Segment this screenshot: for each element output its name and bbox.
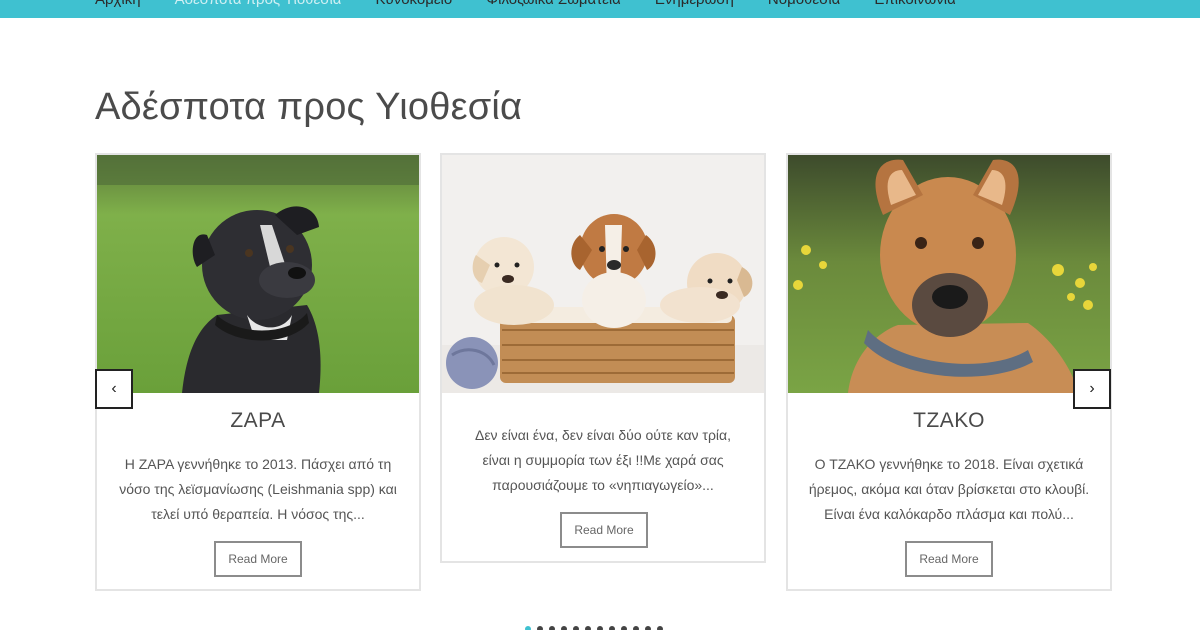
- main-menu: Αρχική Αδέσποτα προς Υιοθεσία Κυνοκομείο…: [95, 0, 990, 8]
- carousel-dot[interactable]: [597, 626, 603, 630]
- puppies-in-basket-photo[interactable]: [442, 155, 764, 393]
- carousel-dot[interactable]: [609, 626, 615, 630]
- carousel-dot[interactable]: [573, 626, 579, 630]
- nav-item-contact[interactable]: Επικοινωνία: [874, 0, 955, 8]
- nav-item-kennel[interactable]: Κυνοκομείο: [375, 0, 452, 8]
- carousel-prev-button[interactable]: ‹: [95, 369, 133, 409]
- read-more-button[interactable]: Read More: [214, 541, 302, 577]
- carousel-dot[interactable]: [585, 626, 591, 630]
- brown-dog-photo[interactable]: [788, 155, 1110, 393]
- carousel-dot[interactable]: [621, 626, 627, 630]
- card-description: Ο ΤΖΑΚΟ γεννήθηκε το 2018. Είναι σχετικά…: [808, 456, 1090, 522]
- carousel-dot[interactable]: [561, 626, 567, 630]
- card-title: ΤΖΑΚΟ: [913, 409, 985, 432]
- nav-item-home[interactable]: Αρχική: [95, 0, 141, 8]
- card-description: Η ΖΑΡΑ γεννήθηκε το 2013. Πάσχει από τη …: [119, 456, 397, 522]
- card-title: ΖΑΡΑ: [230, 409, 286, 432]
- chevron-left-icon: ‹: [111, 380, 117, 397]
- carousel-pagination: [525, 626, 663, 630]
- adoption-card: ΤΖΑΚΟ Ο ΤΖΑΚΟ γεννήθηκε το 2018. Είναι σ…: [786, 153, 1112, 591]
- adoption-card: ΖΑΡΑ Η ΖΑΡΑ γεννήθηκε το 2013. Πάσχει απ…: [95, 153, 421, 591]
- carousel-dot[interactable]: [537, 626, 543, 630]
- nav-item-news[interactable]: Ενημέρωση: [655, 0, 734, 8]
- chevron-right-icon: ›: [1089, 380, 1095, 397]
- nav-item-legislation[interactable]: Νομοθεσία: [768, 0, 840, 8]
- carousel-dot[interactable]: [657, 626, 663, 630]
- page-title: Αδέσποτα προς Υιοθεσία: [95, 86, 523, 128]
- adoption-card: Δεν είναι ένα, δεν είναι δύο ούτε καν τρ…: [440, 153, 766, 563]
- carousel-next-button[interactable]: ›: [1073, 369, 1111, 409]
- carousel-dot[interactable]: [525, 626, 531, 630]
- nav-item-associations[interactable]: Φιλοζωικά Σωματεία: [486, 0, 621, 8]
- card-description: Δεν είναι ένα, δεν είναι δύο ούτε καν τρ…: [474, 427, 732, 493]
- carousel-dot[interactable]: [549, 626, 555, 630]
- carousel-dot[interactable]: [645, 626, 651, 630]
- black-dog-photo[interactable]: [97, 155, 419, 393]
- top-nav-bar: Αρχική Αδέσποτα προς Υιοθεσία Κυνοκομείο…: [0, 0, 1200, 18]
- read-more-button[interactable]: Read More: [905, 541, 993, 577]
- carousel-dot[interactable]: [633, 626, 639, 630]
- read-more-button[interactable]: Read More: [560, 512, 648, 548]
- nav-item-adoption[interactable]: Αδέσποτα προς Υιοθεσία: [175, 0, 342, 8]
